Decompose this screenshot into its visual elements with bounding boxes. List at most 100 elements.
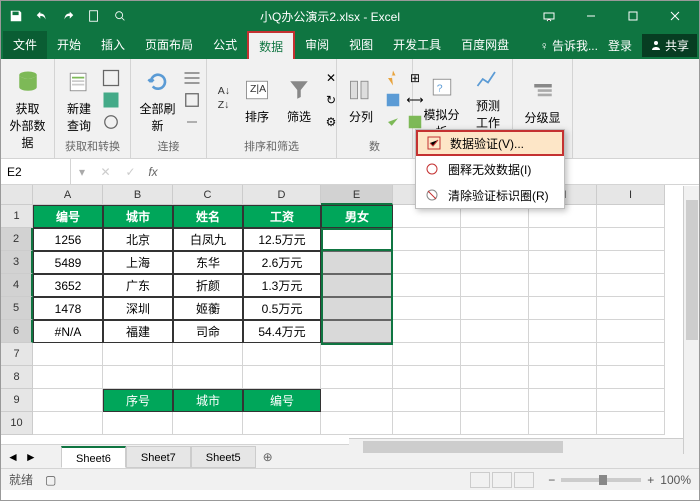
from-table-icon[interactable] [101,90,121,110]
cell[interactable] [597,389,665,412]
cell[interactable] [597,228,665,251]
vertical-scrollbar[interactable] [683,186,699,454]
cell[interactable] [461,389,529,412]
cell[interactable] [393,389,461,412]
refresh-all-button[interactable]: 全部刷新 [135,64,180,136]
row-header[interactable]: 3 [1,251,33,274]
data-validation-icon[interactable] [383,112,403,132]
tab-baidu[interactable]: 百度网盘 [451,31,519,59]
zoom-out-button[interactable]: − [548,473,555,487]
cell[interactable] [529,228,597,251]
cell[interactable] [597,366,665,389]
tab-home[interactable]: 开始 [47,31,91,59]
cell[interactable] [597,251,665,274]
row-header[interactable]: 1 [1,205,33,228]
sort-az-button[interactable]: A↓Z↓ [211,77,235,123]
cell[interactable] [103,412,173,435]
new-query-button[interactable]: 新建 查询 [59,64,99,136]
name-box-dropdown-icon[interactable]: ▾ [71,165,93,179]
minimize-icon[interactable] [571,2,611,30]
row-header[interactable]: 7 [1,343,33,366]
share-button[interactable]: 共享 [642,34,697,57]
cell[interactable] [321,297,393,320]
cell[interactable]: 深圳 [103,297,173,320]
macro-record-icon[interactable]: ▢ [45,473,56,487]
cell[interactable] [461,412,529,435]
cell[interactable] [597,320,665,343]
filter-button[interactable]: 筛选 [279,72,319,127]
tab-data[interactable]: 数据 [247,31,295,59]
col-header[interactable]: E [321,185,393,205]
cell[interactable]: 白凤九 [173,228,243,251]
cell[interactable] [321,343,393,366]
cell[interactable]: 2.6万元 [243,251,321,274]
properties-icon[interactable] [182,90,202,110]
cell[interactable] [393,228,461,251]
tell-me[interactable]: ♀ 告诉我... [540,37,598,54]
cell[interactable] [529,274,597,297]
cell[interactable] [393,251,461,274]
cell[interactable]: 3652 [33,274,103,297]
row-header[interactable]: 2 [1,228,33,251]
tab-layout[interactable]: 页面布局 [135,31,203,59]
cell[interactable]: 男女 [321,205,393,228]
cell[interactable] [103,343,173,366]
cell[interactable]: #N/A [33,320,103,343]
cell[interactable] [321,274,393,297]
zoom-level[interactable]: 100% [660,473,691,487]
cell[interactable]: 54.4万元 [243,320,321,343]
cell[interactable]: 上海 [103,251,173,274]
recent-sources-icon[interactable] [101,112,121,132]
menu-item-clear-circles[interactable]: 清除验证标识圈(R) [416,182,564,208]
flash-fill-icon[interactable] [383,68,403,88]
tab-dev[interactable]: 开发工具 [383,31,451,59]
tab-insert[interactable]: 插入 [91,31,135,59]
cell[interactable] [461,274,529,297]
cell[interactable] [393,343,461,366]
cell[interactable] [529,251,597,274]
remove-duplicates-icon[interactable] [383,90,403,110]
cell[interactable] [597,274,665,297]
cell[interactable]: 序号 [103,389,173,412]
cell[interactable] [321,251,393,274]
spreadsheet-grid[interactable]: 1 2 3 4 5 6 7 8 9 10 A B C D E F G H I 编… [1,185,699,444]
cell[interactable] [529,320,597,343]
row-header[interactable]: 9 [1,389,33,412]
prev-sheet-icon[interactable]: ◄ [7,450,19,464]
row-header[interactable]: 4 [1,274,33,297]
cell[interactable]: 北京 [103,228,173,251]
cell[interactable]: 工资 [243,205,321,228]
cell[interactable] [529,389,597,412]
redo-icon[interactable] [57,5,79,27]
tab-view[interactable]: 视图 [339,31,383,59]
cell[interactable] [597,412,665,435]
undo-icon[interactable] [31,5,53,27]
cell[interactable] [103,366,173,389]
cell[interactable]: 姓名 [173,205,243,228]
sheet-tab[interactable]: Sheet7 [126,446,191,468]
new-sheet-button[interactable]: ⊕ [256,450,280,464]
cell[interactable]: 东华 [173,251,243,274]
cell[interactable] [597,343,665,366]
cell[interactable]: 5489 [33,251,103,274]
cell[interactable] [321,366,393,389]
save-icon[interactable] [5,5,27,27]
cell[interactable]: 司命 [173,320,243,343]
cell[interactable] [461,251,529,274]
text-to-columns-button[interactable]: 分列 [341,72,381,127]
zoom-in-button[interactable]: + [647,473,654,487]
col-header[interactable]: I [597,185,665,205]
sheet-tab[interactable]: Sheet6 [61,446,126,468]
cell[interactable] [173,366,243,389]
col-header[interactable]: B [103,185,173,205]
print-preview-icon[interactable] [109,5,131,27]
cell[interactable] [461,343,529,366]
row-header[interactable]: 6 [1,320,33,343]
cell[interactable] [321,320,393,343]
page-layout-view-button[interactable] [492,472,512,488]
cell[interactable] [33,412,103,435]
next-sheet-icon[interactable]: ► [25,450,37,464]
page-break-view-button[interactable] [514,472,534,488]
select-all-corner[interactable] [1,185,33,205]
cell[interactable] [33,366,103,389]
